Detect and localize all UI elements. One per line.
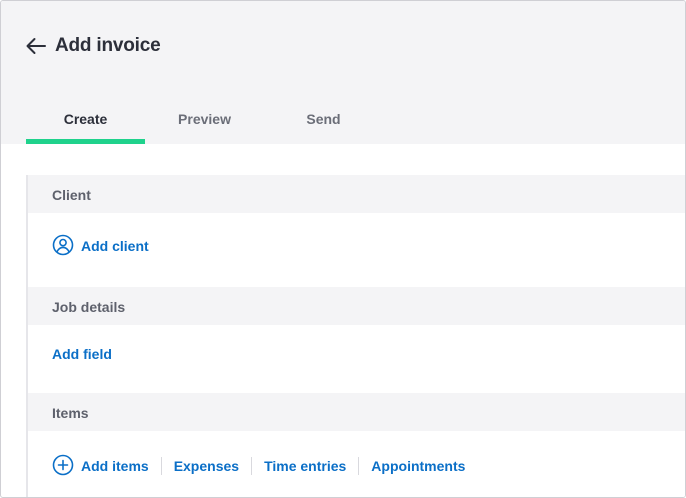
user-circle-icon	[52, 234, 74, 256]
items-actions: Add items Expenses Time entries Appointm…	[81, 456, 465, 476]
back-button[interactable]	[24, 34, 48, 58]
tab-preview-label: Preview	[178, 111, 231, 127]
items-section-title: Items	[52, 405, 89, 421]
tab-create-label: Create	[63, 111, 108, 127]
add-invoice-window: Add invoice Create Preview Send Client A…	[0, 0, 686, 498]
divider	[160, 457, 162, 475]
add-items-link[interactable]: Add items	[81, 457, 149, 475]
active-tab-indicator	[26, 139, 145, 144]
add-client-icon-button[interactable]	[52, 234, 74, 256]
add-items-icon-button[interactable]	[52, 454, 74, 476]
plus-circle-icon	[52, 454, 74, 476]
appointments-link[interactable]: Appointments	[371, 457, 465, 475]
tab-send-label: Send	[306, 111, 341, 127]
job-details-section-title: Job details	[52, 299, 126, 315]
arrow-left-icon	[26, 38, 46, 54]
expenses-link[interactable]: Expenses	[174, 457, 239, 475]
tab-send[interactable]: Send	[264, 101, 383, 144]
divider	[251, 457, 253, 475]
client-section-title: Client	[52, 187, 91, 203]
add-client-link[interactable]: Add client	[81, 237, 149, 255]
items-section-header: Items	[28, 393, 685, 431]
client-section-header: Client	[28, 175, 685, 213]
tab-create[interactable]: Create	[26, 101, 145, 144]
page-title: Add invoice	[55, 35, 161, 56]
time-entries-link[interactable]: Time entries	[264, 457, 346, 475]
tab-preview[interactable]: Preview	[145, 101, 264, 144]
invoice-form: Client Add client Job details Add field …	[26, 175, 685, 497]
page-header: Add invoice Create Preview Send	[1, 1, 685, 144]
divider	[358, 457, 360, 475]
job-details-section-header: Job details	[28, 287, 685, 325]
add-field-link[interactable]: Add field	[52, 345, 112, 363]
